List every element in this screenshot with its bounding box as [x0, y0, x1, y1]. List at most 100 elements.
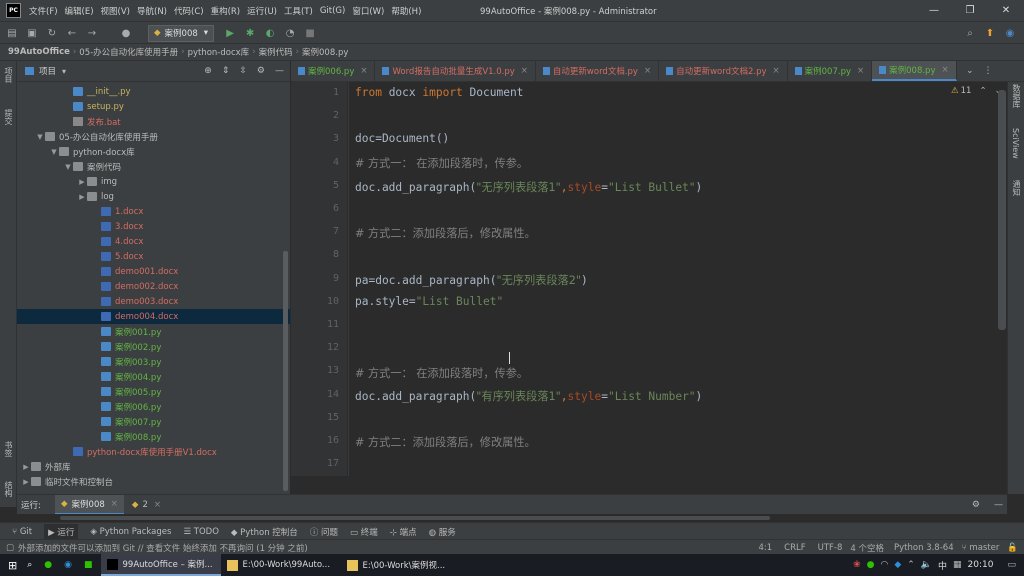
wifi-icon[interactable]: ◠ — [880, 560, 888, 570]
editor-tab[interactable]: 案例007.py × — [788, 61, 873, 81]
close-icon[interactable]: × — [941, 65, 948, 75]
restore-icon[interactable]: ❐ — [952, 0, 988, 21]
tree-file[interactable]: setup.py — [17, 99, 290, 114]
lock-icon[interactable]: 🔓 — [1007, 543, 1018, 553]
menu-run[interactable]: 运行(U) — [247, 5, 277, 17]
chevron-down-icon[interactable]: ▾ — [62, 67, 66, 76]
taskbar-window-button[interactable]: E:\00-Work\案例视... — [341, 554, 461, 576]
tree-file[interactable]: python-docx库使用手册V1.docx — [17, 444, 290, 459]
wechat-tray-icon[interactable]: ● — [867, 560, 875, 570]
tree-folder[interactable]: ▶ 临时文件和控制台 — [17, 474, 290, 489]
close-icon[interactable]: × — [521, 66, 528, 76]
tree-file[interactable]: 案例001.py — [17, 324, 290, 339]
tree-folder[interactable]: ▶ log — [17, 189, 290, 204]
tree-file[interactable]: __init__.py — [17, 84, 290, 99]
close-icon[interactable]: × — [154, 500, 161, 510]
app-icon[interactable]: ■ — [84, 560, 93, 570]
open-folder-icon[interactable]: ▤ — [4, 25, 20, 41]
tool-tab-run[interactable]: ▶ 运行 — [44, 523, 79, 540]
clock[interactable]: 20:10 — [968, 560, 994, 570]
hide-icon[interactable]: — — [275, 66, 284, 76]
menu-git[interactable]: Git(G) — [320, 6, 346, 16]
tree-file[interactable]: 案例003.py — [17, 354, 290, 369]
shield-icon[interactable]: ◆ — [894, 560, 901, 570]
chevron-down-icon[interactable]: ▼ — [63, 163, 73, 171]
status-message[interactable]: 外部添加的文件可以添加到 Git // 查看文件 始终添加 不再询问 (1 分钟… — [18, 542, 308, 554]
chevron-right-icon[interactable]: ▶ — [21, 478, 31, 486]
editor-tab[interactable]: Word报告自动批量生成V1.0.py × — [375, 61, 536, 81]
close-icon[interactable]: × — [857, 66, 864, 76]
tray-app-icon[interactable]: ❀ — [853, 560, 861, 570]
tool-tab-todo[interactable]: ☰ TODO — [183, 527, 218, 537]
locate-icon[interactable]: ⊕ — [204, 66, 212, 76]
back-icon[interactable]: ← — [64, 25, 80, 41]
database-tool-tab[interactable]: 数据库 — [1011, 84, 1022, 108]
commit-tool-tab[interactable]: 提交 — [3, 109, 14, 125]
tool-tab-python-console[interactable]: ◆ Python 控制台 — [231, 526, 298, 538]
expand-all-icon[interactable]: ⇕ — [222, 66, 230, 76]
forward-icon[interactable]: → — [84, 25, 100, 41]
user-icon[interactable]: ● — [118, 25, 134, 41]
ime-icon[interactable]: 中 — [938, 559, 947, 572]
tree-file[interactable]: demo002.docx — [17, 279, 290, 294]
save-icon[interactable]: ▣ — [24, 25, 40, 41]
line-separator[interactable]: CRLF — [784, 543, 805, 553]
tool-tab-endpoints[interactable]: ⊹ 端点 — [390, 526, 417, 538]
tree-folder[interactable]: ▶ img — [17, 174, 290, 189]
menu-navigate[interactable]: 导航(N) — [137, 5, 167, 17]
tree-file[interactable]: 案例002.py — [17, 339, 290, 354]
gear-icon[interactable]: ⚙ — [972, 500, 980, 510]
editor-scrollbar[interactable] — [998, 90, 1006, 330]
run-tab-active[interactable]: ◆ 案例008 × — [55, 495, 124, 515]
editor-tab[interactable]: 自动更新word文档.py × — [536, 61, 660, 81]
hide-icon[interactable]: — — [994, 500, 1003, 510]
project-tool-tab[interactable]: 项目 — [3, 67, 14, 83]
collapse-all-icon[interactable]: ⇳ — [239, 66, 247, 76]
sciview-tool-tab[interactable]: SciView — [1011, 128, 1020, 159]
git-branch[interactable]: ⑂ master — [962, 543, 1000, 553]
menu-refactor[interactable]: 重构(R) — [211, 5, 241, 17]
gear-icon[interactable]: ⚙ — [257, 66, 265, 76]
close-icon[interactable]: × — [360, 66, 367, 76]
tree-folder[interactable]: ▼ python-docx库 — [17, 144, 290, 159]
chevron-right-icon[interactable]: ▶ — [77, 193, 87, 201]
menu-help[interactable]: 帮助(H) — [391, 5, 421, 17]
menu-window[interactable]: 窗口(W) — [352, 5, 384, 17]
profile-icon[interactable]: ◔ — [282, 25, 298, 41]
tree-scrollbar[interactable] — [283, 251, 288, 491]
indent-setting[interactable]: 4 个空格 — [850, 542, 884, 554]
close-icon[interactable]: × — [644, 66, 651, 76]
taskbar-window-button[interactable]: E:\00-Work\99Auto... — [221, 554, 341, 576]
menu-edit[interactable]: 编辑(E) — [65, 5, 94, 17]
chevron-down-icon[interactable]: ▼ — [49, 148, 59, 156]
notifications-tool-tab[interactable]: 通知 — [1011, 180, 1022, 196]
editor-tab[interactable]: 案例006.py × — [291, 61, 376, 81]
editor-tab[interactable]: 案例008.py × — [872, 61, 957, 81]
taskbar-window-button[interactable]: 99AutoOffice – 案例... — [100, 554, 221, 576]
more-icon[interactable]: ⋮ — [984, 66, 993, 76]
project-view-select[interactable]: 项目 — [39, 65, 56, 77]
search-icon[interactable]: ⌕ — [962, 25, 978, 41]
tree-folder[interactable]: ▼ 案例代码 — [17, 159, 290, 174]
tree-file[interactable]: demo004.docx — [17, 309, 290, 324]
tray-icon[interactable]: ▦ — [953, 560, 962, 570]
menu-file[interactable]: 文件(F) — [29, 5, 58, 17]
run-config-select[interactable]: ◆ 案例008 ▾ — [148, 24, 215, 42]
editor-tab[interactable]: 自动更新word文档2.py × — [659, 61, 788, 81]
caret-position[interactable]: 4:1 — [758, 543, 772, 553]
close-icon[interactable]: × — [773, 66, 780, 76]
update-icon[interactable]: ⬆ — [982, 25, 998, 41]
menu-tools[interactable]: 工具(T) — [284, 5, 313, 17]
windows-start-icon[interactable]: ⊞ — [8, 559, 17, 572]
tool-tab-terminal[interactable]: ▭ 终端 — [350, 526, 378, 538]
sync-icon[interactable]: ↻ — [44, 25, 60, 41]
search-icon[interactable]: ⌕ — [27, 560, 32, 570]
inspection-widget[interactable]: ⚠ 11 ⌃ ⌄ — [951, 86, 1002, 96]
run-scrollbar[interactable] — [60, 516, 770, 520]
breadcrumb-item[interactable]: 99AutoOffice — [8, 47, 70, 57]
wechat-icon[interactable]: ● — [44, 560, 52, 570]
tree-file[interactable]: 案例006.py — [17, 399, 290, 414]
tree-file[interactable]: 案例005.py — [17, 384, 290, 399]
tree-file[interactable]: 发布.bat — [17, 114, 290, 129]
stop-icon[interactable]: ■ — [302, 25, 318, 41]
